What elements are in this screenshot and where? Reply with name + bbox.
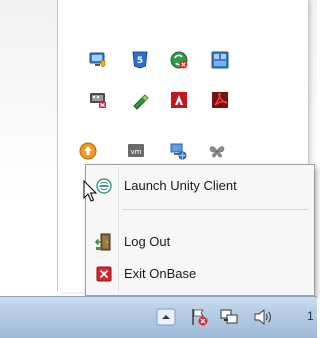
menu-item-label: Log Out [124, 234, 171, 249]
adobe-red-icon[interactable] [167, 88, 191, 112]
network-card-error-icon[interactable] [86, 88, 110, 112]
grey-butterfly-icon[interactable] [205, 139, 229, 163]
vmware-icon[interactable]: vm [124, 139, 148, 163]
door-exit-icon [95, 233, 113, 251]
network-tray-icon[interactable] [217, 307, 241, 327]
action-center-flag-icon[interactable] [188, 307, 210, 327]
tray-context-menu: Launch Unity Client Log Out Exit OnBase [85, 164, 315, 296]
volume-speaker-icon[interactable] [252, 307, 274, 327]
mouse-cursor-icon [83, 180, 98, 202]
menu-item-label: Launch Unity Client [124, 178, 237, 193]
orange-update-arrow-icon[interactable] [76, 139, 100, 163]
acrobat-pdf-icon[interactable] [208, 88, 232, 112]
menu-separator [122, 209, 308, 210]
green-usb-drive-icon[interactable] [128, 88, 152, 112]
menu-item-exit-onbase[interactable]: Exit OnBase [86, 260, 314, 286]
svg-text:5: 5 [137, 56, 143, 66]
show-hidden-icons-button[interactable] [155, 307, 177, 327]
menu-item-label: Exit OnBase [124, 266, 197, 281]
network-computer-icon[interactable] [166, 139, 190, 163]
green-sync-error-icon[interactable] [167, 48, 191, 72]
blue-grid-app-icon[interactable] [208, 48, 232, 72]
menu-item-launch-unity-client[interactable]: Launch Unity Client [86, 172, 314, 198]
svg-text:vm: vm [131, 148, 142, 156]
menu-item-log-out[interactable]: Log Out [86, 228, 314, 254]
clock-text[interactable]: 1 [307, 309, 314, 323]
taskbar: 1 [0, 296, 317, 338]
red-x-close-icon [95, 265, 113, 283]
monitor-shield-icon[interactable] [86, 48, 110, 72]
html5-shield-icon[interactable]: 5 [128, 48, 152, 72]
